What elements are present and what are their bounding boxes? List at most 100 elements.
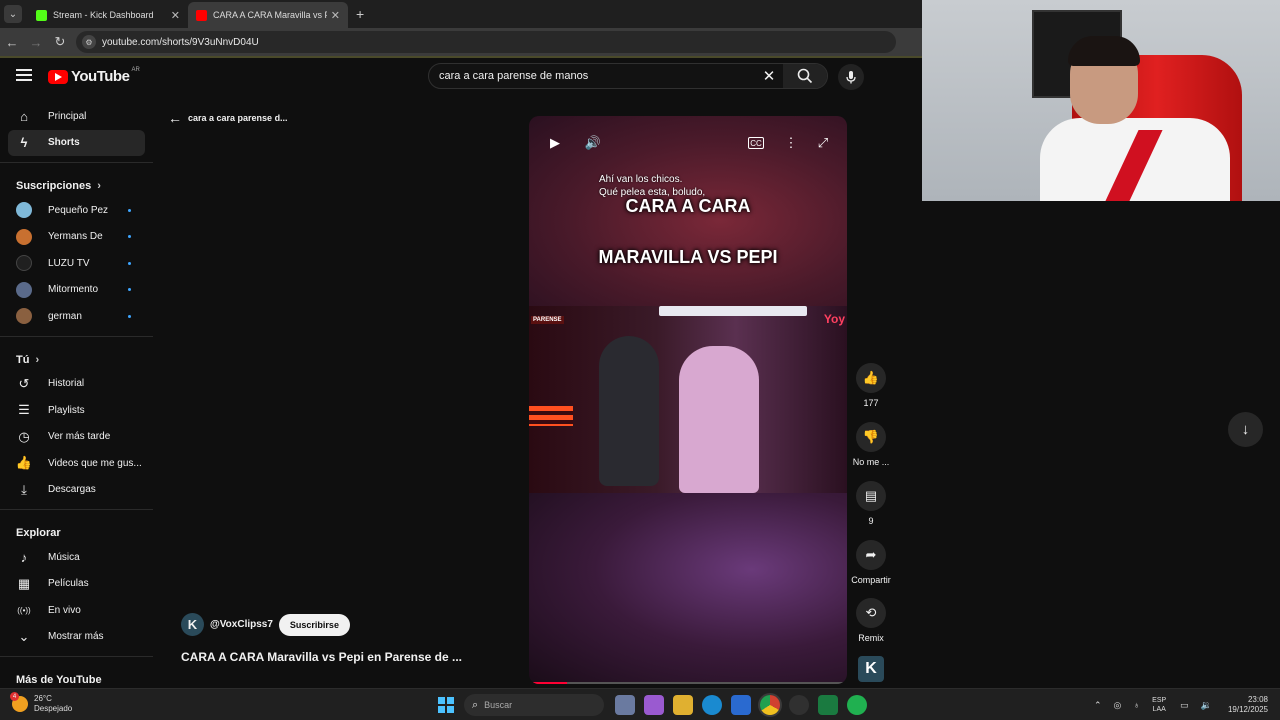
next-short-button[interactable]: ↓: [1228, 412, 1263, 447]
input-language[interactable]: ESP LAA: [1152, 696, 1166, 714]
sidebar-item-subscription[interactable]: LUZU TV: [8, 250, 145, 277]
tab-youtube-short[interactable]: CARA A CARA Maravilla vs Pepi ✕: [188, 2, 348, 28]
new-tab-button[interactable]: +: [356, 6, 364, 22]
tab-kick-dashboard[interactable]: Stream - Kick Dashboard ✕: [28, 2, 188, 28]
weather-widget[interactable]: 4 26°C Despejado: [10, 692, 73, 714]
address-bar[interactable]: ⚙ youtube.com/shorts/9V3uNnvD04U: [76, 31, 896, 53]
logo-text: YouTube: [71, 68, 130, 85]
channel-avatar-small[interactable]: K: [858, 656, 884, 682]
display-icon[interactable]: ▭: [1180, 700, 1189, 711]
sidebar-item-subscription[interactable]: german: [8, 303, 145, 330]
sidebar-item-subscription[interactable]: Yermans De: [8, 224, 145, 251]
chevron-right-icon: ›: [35, 353, 40, 366]
taskbar-search[interactable]: ⌕ Buscar: [464, 694, 604, 716]
sidebar-item-shorts[interactable]: ϟ Shorts: [8, 129, 145, 156]
sidebar-item-label: Yermans De: [48, 231, 103, 243]
share-button[interactable]: ➦ Compartir: [848, 540, 894, 585]
sidebar-item-playlists[interactable]: ☰ Playlists: [8, 397, 145, 424]
clear-search-icon[interactable]: ✕: [755, 67, 783, 85]
video-progress-bar[interactable]: [529, 682, 847, 684]
obs-icon[interactable]: [788, 695, 809, 715]
video-caption-bottom: MARAVILLA VS PEPI: [598, 247, 778, 267]
microphone-icon[interactable]: ♁: [1133, 700, 1140, 710]
progress-fill: [529, 682, 568, 684]
network-status-icon[interactable]: ◎: [1114, 700, 1122, 711]
home-icon: ⌂: [20, 108, 28, 124]
search-placeholder: Buscar: [484, 700, 513, 710]
sidebar-item-subscription[interactable]: Pequeño Pez: [8, 197, 145, 224]
video-caption-top: CARA A CARA: [625, 196, 751, 216]
sidebar-item-music[interactable]: ♪ Música: [8, 544, 145, 571]
reload-icon[interactable]: ↻: [48, 34, 72, 50]
fighter-right: [679, 346, 759, 493]
back-arrow-icon[interactable]: ←: [0, 35, 24, 50]
remix-icon: ⟲: [856, 598, 886, 628]
webcam-overlay: [922, 0, 1280, 201]
tab-title: CARA A CARA Maravilla vs Pepi: [213, 10, 327, 20]
search-input[interactable]: cara a cara parense de manos: [429, 70, 755, 82]
sidebar-item-live[interactable]: ((•)) En vivo: [8, 597, 145, 624]
voice-search-button[interactable]: [838, 64, 864, 90]
tab-list-button[interactable]: ⌄: [4, 5, 22, 23]
section-title: Tú: [16, 353, 30, 366]
search-button[interactable]: [783, 64, 827, 88]
sidebar-item-label: Pequeño Pez: [48, 204, 109, 216]
section-title: Explorar: [16, 527, 61, 539]
video-title[interactable]: CARA A CARA Maravilla vs Pepi en Parense…: [181, 650, 462, 664]
comments-button[interactable]: ▤ 9: [848, 481, 894, 526]
avatar: [16, 255, 32, 272]
store-icon[interactable]: [730, 695, 751, 715]
sidebar-item-label: Historial: [48, 378, 85, 390]
like-button[interactable]: 👍 177: [848, 363, 894, 408]
speaker-icon[interactable]: 🔉: [1201, 700, 1212, 711]
chevron-up-icon[interactable]: ⌃: [1094, 700, 1102, 711]
liked-icon: 👍: [15, 455, 33, 471]
file-explorer-icon[interactable]: [672, 695, 693, 715]
more-options-icon[interactable]: ⋮: [780, 132, 802, 154]
channel-handle[interactable]: @VoxClipss7: [210, 619, 273, 630]
search-box[interactable]: cara a cara parense de manos ✕: [428, 63, 828, 89]
forward-arrow-icon[interactable]: →: [24, 35, 48, 50]
youtube-logo[interactable]: YouTube AR: [48, 67, 140, 85]
sidebar-item-subscription[interactable]: Mitormento: [8, 277, 145, 304]
you-header[interactable]: Tú ›: [0, 343, 153, 371]
excel-icon[interactable]: [817, 695, 838, 715]
shorts-video-player[interactable]: PARENSE Yoy ▶ 🔊 CC ⋮ ⤢ Ahí van los chico…: [529, 116, 847, 684]
tab-close-icon[interactable]: ✕: [171, 9, 180, 22]
weather-desc: Despejado: [34, 704, 73, 713]
play-icon[interactable]: ▶: [544, 132, 566, 154]
widgets-icon[interactable]: [614, 695, 635, 715]
fullscreen-icon[interactable]: ⤢: [812, 132, 834, 154]
system-tray: ⌃ ◎ ♁ ESP LAA ▭ 🔉: [1094, 696, 1224, 714]
remix-button[interactable]: ⟲ Remix: [848, 598, 894, 643]
edge-icon[interactable]: [701, 695, 722, 715]
site-info-icon[interactable]: ⚙: [82, 35, 96, 49]
subscriptions-header[interactable]: Suscripciones ›: [0, 169, 153, 197]
clock-time: 23:08: [1247, 695, 1268, 704]
avatar: [16, 202, 32, 219]
sidebar-item-liked[interactable]: 👍 Videos que me gus...: [8, 450, 145, 477]
copilot-icon[interactable]: [643, 695, 664, 715]
hamburger-menu-icon[interactable]: [16, 69, 32, 81]
sidebar-item-watch-later[interactable]: ◷ Ver más tarde: [8, 424, 145, 451]
whatsapp-icon[interactable]: [846, 695, 867, 715]
system-clock[interactable]: 23:08 19/12/2025: [1228, 695, 1268, 715]
windows-start-icon[interactable]: [438, 697, 454, 713]
chrome-icon[interactable]: [759, 695, 780, 715]
channel-avatar[interactable]: K: [181, 613, 204, 636]
sidebar-item-show-more[interactable]: ⌄ Mostrar más: [8, 624, 145, 651]
tab-close-icon[interactable]: ✕: [331, 9, 340, 22]
sidebar-item-label: LUZU TV: [48, 257, 90, 269]
dislike-button[interactable]: 👎 No me ...: [848, 422, 894, 467]
shorts-icon: ϟ: [20, 135, 28, 151]
volume-icon[interactable]: 🔊: [582, 132, 604, 154]
movies-icon: ▦: [17, 575, 31, 591]
sidebar-item-principal[interactable]: ⌂ Principal: [8, 103, 145, 130]
sidebar-item-movies[interactable]: ▦ Películas: [8, 571, 145, 598]
avatar: [16, 281, 32, 298]
sidebar-item-historial[interactable]: ↺ Historial: [8, 371, 145, 398]
subscribe-button[interactable]: Suscribirse: [278, 613, 350, 636]
captions-icon[interactable]: CC: [748, 137, 764, 149]
shorts-back-link[interactable]: ← cara a cara parense d...: [168, 110, 288, 126]
sidebar-item-downloads[interactable]: ⤓ Descargas: [8, 477, 145, 504]
